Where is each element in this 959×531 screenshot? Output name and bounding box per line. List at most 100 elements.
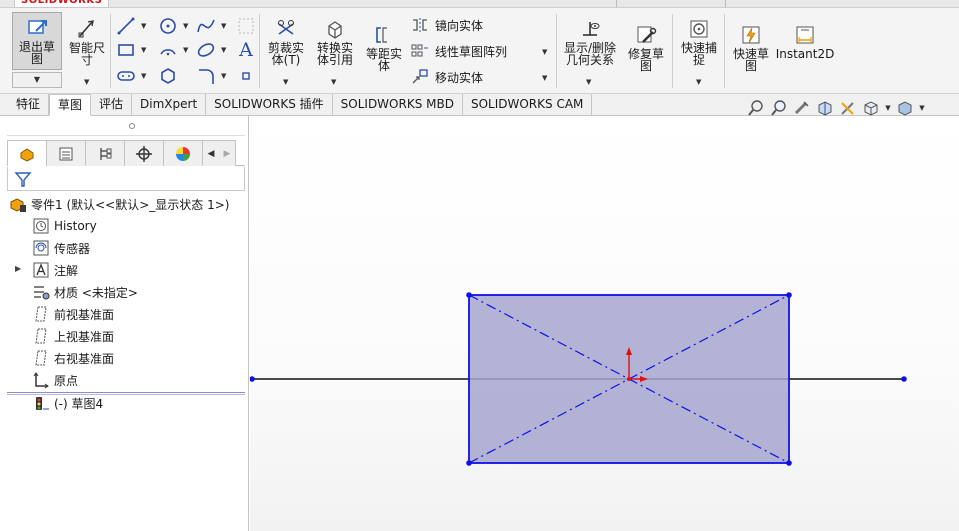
zoom-to-fit-button[interactable]	[746, 99, 766, 117]
sketch-canvas[interactable]	[250, 116, 959, 531]
linear-pattern-dropdown[interactable]: ▼	[542, 48, 547, 56]
smart-dimension-button[interactable]: 智能尺 寸	[64, 18, 110, 66]
rectangle-corner-point[interactable]	[786, 460, 792, 466]
move-entities-button[interactable]: 移动实体	[411, 68, 483, 86]
mirror-label: 镜向实体	[435, 18, 484, 33]
line-dropdown[interactable]: ▼	[141, 22, 146, 30]
exit-sketch-icon	[28, 20, 47, 34]
relations-dropdown[interactable]: ▼	[586, 78, 591, 86]
tab-solidworks-addins[interactable]: SOLIDWORKS 插件	[206, 94, 333, 115]
quick-snaps-dropdown[interactable]: ▼	[696, 78, 701, 86]
tab-solidworks-cam[interactable]: SOLIDWORKS CAM	[463, 94, 593, 115]
exit-sketch-dropdown[interactable]: ▼	[12, 72, 62, 88]
text-tool[interactable]: A	[236, 39, 256, 61]
display-style-dropdown[interactable]: ▼	[918, 99, 926, 117]
point-icon	[242, 72, 250, 80]
tab-evaluate[interactable]: 评估	[91, 94, 133, 115]
mirror-entities-button[interactable]: 镜向实体	[411, 16, 483, 34]
tree-item-material[interactable]: 材质 <未指定>	[32, 282, 138, 302]
manager-tab-scroller[interactable]: ◀ ▶	[202, 140, 236, 166]
circle-dropdown[interactable]: ▼	[183, 22, 188, 30]
view-orientation-button[interactable]	[861, 99, 881, 117]
zoom-to-area-button[interactable]	[769, 99, 789, 117]
tree-item-label: 原点	[54, 373, 79, 388]
centerline-endpoint-left[interactable]	[250, 376, 255, 382]
move-dropdown[interactable]: ▼	[542, 74, 547, 82]
configuration-manager-tab[interactable]	[85, 140, 125, 166]
tab-dimxpert[interactable]: DimXpert	[132, 94, 207, 115]
fillet-tool[interactable]	[196, 66, 216, 86]
rectangle-corner-point[interactable]	[786, 292, 792, 298]
panel-splitter[interactable]	[7, 118, 245, 136]
arc-tool[interactable]	[158, 40, 178, 60]
view-orientation-dropdown[interactable]: ▼	[884, 99, 892, 117]
smart-dimension-dropdown[interactable]: ▼	[84, 78, 89, 86]
annotations-expander[interactable]: ▶	[15, 264, 21, 273]
property-manager-icon	[59, 147, 73, 160]
circle-tool[interactable]	[158, 16, 178, 36]
tab-solidworks-mbd[interactable]: SOLIDWORKS MBD	[333, 94, 463, 115]
polygon-tool[interactable]	[158, 66, 178, 86]
tree-item-annotations[interactable]: 注解	[32, 260, 78, 280]
offset-entities-button[interactable]: 等距实 体	[361, 24, 407, 72]
rapid-sketch-button[interactable]: 快速草 图	[728, 24, 774, 72]
trim-entities-button[interactable]: 剪裁实 体(T)	[263, 18, 309, 66]
tree-item-top-plane[interactable]: 上视基准面	[32, 326, 114, 346]
display-manager-tab[interactable]	[163, 140, 203, 166]
tab-sketch[interactable]: 草图	[49, 94, 92, 116]
tree-item-sketch4[interactable]: (-) 草图4	[32, 393, 103, 413]
linear-pattern-button[interactable]: 线性草图阵列	[411, 42, 507, 60]
scroll-left-icon[interactable]: ◀	[208, 149, 215, 159]
display-delete-relations-button[interactable]: 显示/删除 几何关系	[558, 18, 622, 66]
slot-dropdown[interactable]: ▼	[141, 72, 146, 80]
property-manager-tab[interactable]	[46, 140, 86, 166]
arc-dropdown[interactable]: ▼	[183, 46, 188, 54]
trim-dropdown[interactable]: ▼	[283, 78, 288, 86]
construction-geometry-tool[interactable]	[236, 16, 256, 36]
rectangle-corner-point[interactable]	[466, 292, 472, 298]
section-view-icon	[818, 101, 832, 116]
scroll-right-icon[interactable]: ▶	[224, 149, 231, 159]
section-view-button[interactable]	[815, 99, 835, 117]
rectangle-dropdown[interactable]: ▼	[141, 46, 146, 54]
origin-icon	[32, 371, 50, 389]
material-icon	[32, 283, 50, 301]
display-style-button[interactable]	[895, 99, 915, 117]
exit-sketch-button[interactable]: 退出草 图	[12, 12, 62, 70]
tree-item-sensors[interactable]: 传感器	[32, 238, 90, 258]
previous-view-button[interactable]	[792, 99, 812, 117]
ellipse-dropdown[interactable]: ▼	[221, 46, 226, 54]
dynamic-annotation-view-button[interactable]	[838, 99, 858, 117]
spline-tool[interactable]	[196, 16, 216, 36]
convert-entities-button[interactable]: 转换实 体引用	[311, 18, 359, 66]
feature-manager-tab[interactable]	[7, 140, 47, 166]
title-bar-buttons[interactable]	[616, 0, 726, 7]
tree-root-part[interactable]: 零件1 (默认<<默认>_显示状态 1>)	[9, 194, 229, 214]
tree-item-origin[interactable]: 原点	[32, 370, 78, 390]
convert-dropdown[interactable]: ▼	[331, 78, 336, 86]
tree-item-history[interactable]: History	[32, 216, 97, 236]
plane-icon	[32, 349, 50, 367]
rollback-bar[interactable]	[7, 392, 245, 393]
smart-dimension-icon	[78, 20, 94, 38]
instant2d-button[interactable]: Instant2D	[776, 24, 834, 60]
dimxpert-manager-tab[interactable]	[124, 140, 164, 166]
spline-dropdown[interactable]: ▼	[221, 22, 226, 30]
rectangle-tool[interactable]	[116, 40, 136, 60]
slot-tool[interactable]	[116, 66, 136, 86]
quick-snaps-button[interactable]: 快速捕 捉	[676, 18, 722, 66]
line-tool[interactable]	[116, 16, 136, 36]
tree-filter[interactable]	[7, 167, 245, 191]
splitter-handle[interactable]	[129, 123, 135, 129]
tab-features[interactable]: 特征	[8, 94, 50, 115]
fillet-dropdown[interactable]: ▼	[221, 72, 226, 80]
filter-icon[interactable]	[14, 170, 32, 188]
tree-item-right-plane[interactable]: 右视基准面	[32, 348, 114, 368]
ellipse-tool[interactable]	[196, 40, 216, 60]
tree-item-front-plane[interactable]: 前视基准面	[32, 304, 114, 324]
repair-sketch-button[interactable]: 修复草 图	[623, 24, 669, 72]
point-tool[interactable]	[236, 66, 256, 86]
graphics-area[interactable]	[250, 116, 959, 531]
rectangle-corner-point[interactable]	[466, 460, 472, 466]
centerline-endpoint-right[interactable]	[901, 376, 907, 382]
